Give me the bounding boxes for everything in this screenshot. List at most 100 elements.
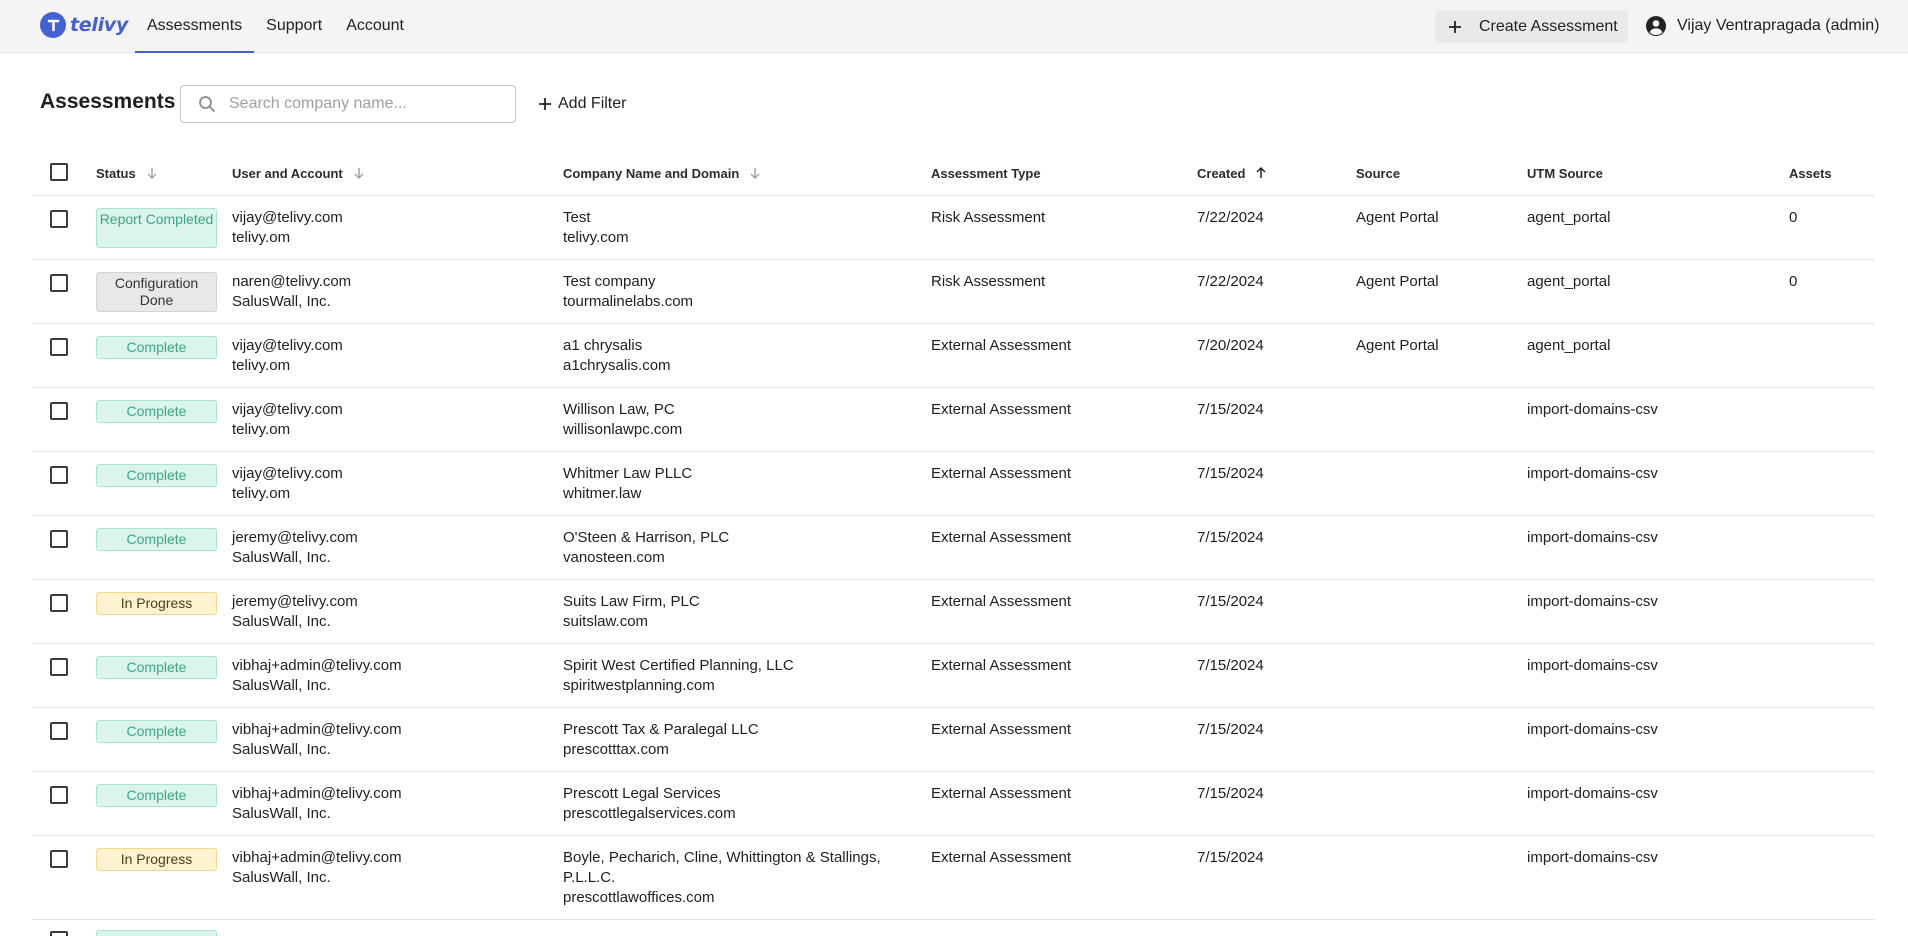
search-box[interactable]	[180, 85, 516, 123]
assessment-type: External Assessment	[931, 785, 1072, 802]
row-checkbox[interactable]	[50, 274, 68, 292]
column-assets-label: Assets	[1789, 165, 1832, 181]
nav-support[interactable]: Support	[254, 0, 334, 53]
company-name: Boyle, Pecharich, Cline, Whittington & S…	[563, 849, 881, 886]
table-row[interactable]: Complete jeremy@telivy.com SalusWall, Inc…	[32, 516, 1875, 580]
table-row[interactable]: Complete vibhaj+admin@telivy.com SalusWal…	[32, 772, 1875, 836]
user-name: Vijay Ventrapragada (admin)	[1677, 17, 1880, 34]
table-row[interactable]: Configuration Done naren@telivy.com Salus…	[32, 260, 1875, 324]
user-email: jeremy@telivy.com	[232, 529, 358, 546]
column-created[interactable]: Created	[1197, 150, 1268, 196]
arrow-down-icon	[147, 168, 157, 179]
table-row[interactable]: Complete vijay@telivy.com telivy.om Willi…	[32, 388, 1875, 452]
company-cell: Test telivy.com	[563, 208, 903, 248]
utm-source-cell: import-domains-csv	[1527, 401, 1658, 418]
row-checkbox[interactable]	[50, 530, 68, 548]
user-email: vibhaj+admin@telivy.com	[232, 657, 402, 674]
created-date: 7/15/2024	[1197, 465, 1264, 482]
row-checkbox[interactable]	[50, 210, 68, 228]
company-name: Prescott Tax & Paralegal LLC	[563, 721, 759, 738]
table-row[interactable]: Complete vibhaj+admin@telivy.com SalusWal…	[32, 644, 1875, 708]
source-cell: Agent Portal	[1356, 209, 1439, 226]
utm-source-cell: import-domains-csv	[1527, 657, 1658, 674]
column-type-label: Assessment Type	[931, 165, 1041, 181]
user-email: vibhaj+admin@telivy.com	[232, 785, 402, 802]
created-date: 7/15/2024	[1197, 721, 1264, 738]
assessment-type: Risk Assessment	[931, 209, 1046, 226]
row-checkbox[interactable]	[50, 786, 68, 804]
column-company-label: Company Name and Domain	[563, 165, 740, 181]
utm-source-cell: agent_portal	[1527, 273, 1611, 290]
company-domain: suitslaw.com	[563, 613, 649, 630]
account-name: SalusWall, Inc.	[232, 613, 331, 630]
table-row[interactable]: In Progress vibhaj+admin@telivy.com Salus…	[32, 836, 1875, 920]
table-row[interactable]: Complete vijay@telivy.com telivy.om a1 ch…	[32, 324, 1875, 388]
column-company[interactable]: Company Name and Domain	[563, 150, 762, 196]
company-domain: willisonlawpc.com	[563, 421, 683, 438]
telivy-logo[interactable]: telivy	[40, 12, 128, 38]
status-badge: Complete	[96, 400, 217, 423]
table-header: Status User and Account Company Name and…	[32, 150, 1875, 196]
create-assessment-button[interactable]: Create Assessment	[1435, 10, 1628, 43]
table-row[interactable]: Complete vibhaj+admin@telivy.com SalusWal…	[32, 708, 1875, 772]
assessment-type: External Assessment	[931, 593, 1072, 610]
created-date: 7/15/2024	[1197, 849, 1264, 866]
table-row-partial[interactable]	[32, 917, 1875, 936]
status-badge: Configuration Done	[96, 272, 217, 312]
user-cell: vijay@telivy.com telivy.om	[232, 464, 343, 504]
company-domain: prescotttax.com	[563, 741, 669, 758]
utm-source-cell: agent_portal	[1527, 337, 1611, 354]
user-cell: vibhaj+admin@telivy.com SalusWall, Inc.	[232, 784, 402, 824]
user-menu[interactable]: Vijay Ventrapragada (admin)	[1645, 13, 1880, 39]
column-status[interactable]: Status	[96, 150, 159, 196]
company-domain: tourmalinelabs.com	[563, 293, 694, 310]
arrow-up-icon	[1256, 166, 1266, 178]
create-assessment-label: Create Assessment	[1479, 17, 1618, 35]
assessment-type: External Assessment	[931, 337, 1072, 354]
row-checkbox[interactable]	[50, 594, 68, 612]
account-circle-icon	[1646, 16, 1666, 36]
utm-source-cell: import-domains-csv	[1527, 849, 1658, 866]
created-date: 7/22/2024	[1197, 273, 1264, 290]
company-domain: whitmer.law	[563, 485, 642, 502]
created-date: 7/15/2024	[1197, 529, 1264, 546]
column-type: Assessment Type	[931, 150, 1041, 196]
company-cell: a1 chrysalis a1chrysalis.com	[563, 336, 903, 376]
row-checkbox[interactable]	[50, 722, 68, 740]
select-all-checkbox[interactable]	[50, 163, 68, 181]
status-badge: Complete	[96, 336, 217, 359]
account-name: telivy.om	[232, 229, 291, 246]
column-assets: Assets	[1789, 150, 1832, 196]
user-cell: vijay@telivy.com telivy.om	[232, 400, 343, 440]
row-checkbox[interactable]	[50, 338, 68, 356]
account-name: SalusWall, Inc.	[232, 549, 331, 566]
account-name: SalusWall, Inc.	[232, 677, 331, 694]
account-name: SalusWall, Inc.	[232, 293, 331, 310]
table-row[interactable]: In Progress jeremy@telivy.com SalusWall, …	[32, 580, 1875, 644]
row-checkbox[interactable]	[50, 850, 68, 868]
search-input[interactable]	[229, 95, 499, 113]
row-checkbox[interactable]	[50, 402, 68, 420]
company-domain: a1chrysalis.com	[563, 357, 671, 374]
column-user[interactable]: User and Account	[232, 150, 366, 196]
row-checkbox[interactable]	[50, 658, 68, 676]
created-date: 7/22/2024	[1197, 209, 1264, 226]
row-checkbox[interactable]	[50, 466, 68, 484]
user-email: naren@telivy.com	[232, 273, 352, 290]
nav-assessments[interactable]: Assessments	[135, 0, 255, 53]
created-date: 7/15/2024	[1197, 657, 1264, 674]
nav-account[interactable]: Account	[334, 0, 416, 53]
table-row[interactable]: Report Completed vijay@telivy.com telivy.…	[32, 196, 1875, 260]
account-name: SalusWall, Inc.	[232, 869, 331, 886]
plus-icon	[1449, 20, 1461, 33]
assessment-type: External Assessment	[931, 657, 1072, 674]
row-checkbox[interactable]	[50, 931, 68, 936]
table-row[interactable]: Complete vijay@telivy.com telivy.om Whitm…	[32, 452, 1875, 516]
utm-source-cell: import-domains-csv	[1527, 529, 1658, 546]
column-source: Source	[1356, 150, 1400, 196]
assessment-type: External Assessment	[931, 721, 1072, 738]
created-date: 7/15/2024	[1197, 785, 1264, 802]
add-filter-button[interactable]: Add Filter	[538, 93, 626, 115]
account-name: telivy.om	[232, 485, 291, 502]
column-user-label: User and Account	[232, 165, 343, 181]
